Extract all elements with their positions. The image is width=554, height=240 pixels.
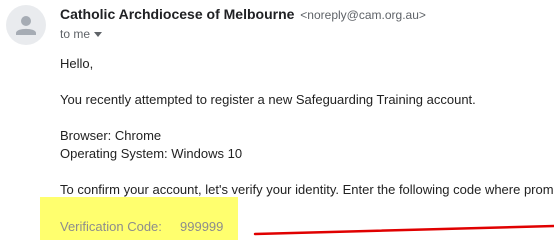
os-text: Operating System: Windows 10 — [60, 146, 243, 161]
sender-line: Catholic Archdiocese of Melbourne <norep… — [60, 6, 426, 22]
browser-text: Browser: Chrome — [60, 128, 162, 143]
verification-code-value: 999999 — [180, 219, 224, 234]
greeting-text: Hello, — [60, 56, 94, 71]
sender-email: <noreply@cam.org.au> — [300, 8, 426, 22]
sender-name[interactable]: Catholic Archdiocese of Melbourne — [60, 6, 294, 22]
recipient-label: to me — [60, 27, 91, 41]
verification-code-label: Verification Code: — [60, 219, 162, 234]
intro-text: You recently attempted to register a new… — [60, 92, 476, 107]
instruction-text: To confirm your account, let's verify yo… — [60, 182, 554, 197]
recipient-details-toggle[interactable]: to me — [60, 26, 103, 41]
caret-down-icon[interactable] — [94, 26, 103, 40]
sender-avatar[interactable] — [6, 5, 46, 45]
person-icon — [16, 16, 36, 35]
